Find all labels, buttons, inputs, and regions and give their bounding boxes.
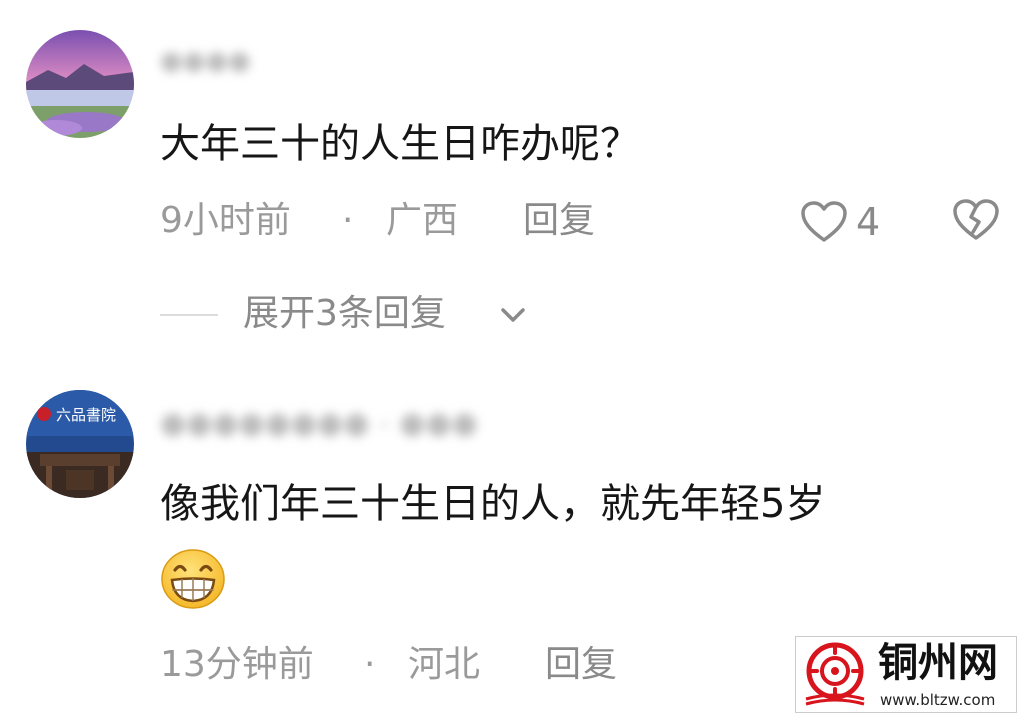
reply-button[interactable]: 回复 <box>523 203 595 239</box>
chevron-down-icon <box>501 308 525 322</box>
avatar[interactable]: 六品書院 <box>26 390 134 498</box>
watermark-title: 铜州网 <box>878 640 998 686</box>
reply-button[interactable]: 回复 <box>545 647 617 683</box>
dislike-button[interactable] <box>952 198 1002 246</box>
like-count: 4 <box>856 200 881 244</box>
comment-time: 13分钟前 <box>160 644 314 685</box>
username[interactable]: ●●●● <box>160 46 251 76</box>
comment-text: 大年三十的人生日咋办呢？ <box>160 121 640 167</box>
expand-replies-button[interactable]: 展开3条回复 <box>243 294 543 338</box>
comment-location: 河北 <box>408 644 481 685</box>
landscape-avatar-image <box>26 30 134 138</box>
expand-divider <box>160 314 218 316</box>
like-button[interactable]: 4 <box>800 196 900 248</box>
grinning-face-icon <box>160 548 226 614</box>
heart-icon <box>801 201 847 242</box>
expand-replies-label: 展开3条回复 <box>243 293 446 334</box>
broken-heart-icon <box>953 199 999 240</box>
site-logo-icon <box>805 642 865 706</box>
meta-separator: · <box>364 644 376 685</box>
comment-time: 9小时前 <box>160 200 291 241</box>
avatar[interactable] <box>26 30 134 138</box>
avatar-caption: 六品書院 <box>56 406 117 424</box>
site-watermark: 铜州网 www.bltzw.com <box>795 636 1017 713</box>
username[interactable]: ●●●●●●●● - ●●● <box>160 406 478 441</box>
comment-location: 广西 <box>386 200 459 241</box>
watermark-url: www.bltzw.com <box>880 691 996 709</box>
comment-text: 像我们年三十生日的人，就先年轻5岁 <box>160 481 826 527</box>
meta-separator: · <box>342 200 354 241</box>
